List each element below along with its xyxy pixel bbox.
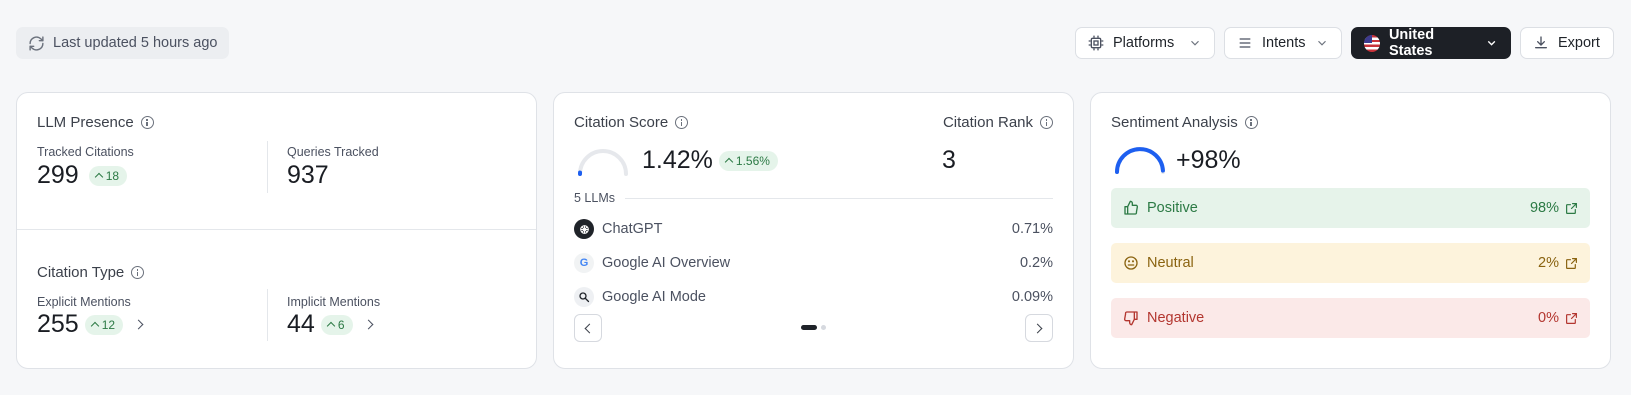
intents-dropdown[interactable]: Intents — [1224, 27, 1342, 59]
divider — [574, 198, 1053, 199]
sentiment-gauge — [1115, 147, 1165, 174]
us-flag-icon — [1364, 34, 1380, 52]
implicit-mentions-metric[interactable]: 44 6 — [287, 310, 373, 339]
country-label: United States — [1388, 27, 1435, 59]
last-updated-indicator: Last updated 5 hours ago — [16, 27, 230, 59]
external-link-icon[interactable] — [1565, 202, 1578, 215]
neutral-face-icon — [1124, 256, 1138, 270]
page-dot[interactable] — [821, 325, 826, 330]
info-icon[interactable] — [131, 266, 145, 279]
arrow-up-icon — [94, 172, 103, 182]
explicit-mentions-metric[interactable]: 255 12 — [37, 310, 144, 339]
section-divider — [17, 229, 536, 230]
queries-tracked-label: Queries Tracked — [287, 145, 379, 159]
thumbs-up-icon — [1124, 200, 1138, 215]
info-icon[interactable] — [1244, 116, 1258, 129]
tracked-citations-label: Tracked Citations — [37, 145, 134, 159]
divider — [267, 289, 268, 341]
queries-tracked-value: 937 — [287, 161, 329, 189]
citation-rank-title: Citation Rank — [943, 114, 1053, 131]
arrow-up-icon — [724, 157, 734, 167]
implicit-mentions-label: Implicit Mentions — [287, 295, 381, 309]
llm-presence-title: LLM Presence — [37, 114, 154, 131]
citation-score-card: Citation Score Citation Rank 1.42% 1.56%… — [553, 92, 1074, 369]
citation-score-metric: 1.42% 1.56% — [642, 146, 778, 175]
info-icon[interactable] — [675, 116, 689, 129]
llm-name: Google AI Overview — [602, 255, 731, 271]
citation-score-title: Citation Score — [574, 114, 689, 131]
page-dot-active[interactable] — [801, 325, 817, 330]
change-badge: 1.56% — [718, 150, 778, 171]
pagination-dots — [801, 325, 826, 330]
country-dropdown[interactable]: United States — [1351, 27, 1511, 59]
llm-count-label: 5 LLMs — [574, 191, 625, 205]
sentiment-positive-row[interactable]: Positive 98% — [1111, 188, 1590, 228]
tracked-citations-value: 299 — [37, 161, 79, 189]
refresh-icon — [29, 35, 44, 51]
sentiment-label: Neutral — [1147, 255, 1194, 271]
llm-row-google-ai-mode[interactable]: Google AI Mode 0.09% — [574, 286, 1053, 308]
previous-page-button[interactable] — [574, 314, 602, 342]
google-logo-icon: G — [574, 253, 594, 273]
last-updated-text: Last updated 5 hours ago — [53, 35, 218, 51]
chevron-right-icon[interactable] — [363, 319, 373, 330]
export-label: Export — [1558, 35, 1600, 51]
external-link-icon[interactable] — [1565, 257, 1578, 270]
llm-value: 0.71% — [1011, 221, 1053, 237]
explicit-mentions-value: 255 — [37, 310, 79, 338]
sentiment-negative-row[interactable]: Negative 0% — [1111, 298, 1590, 338]
sentiment-analysis-title: Sentiment Analysis — [1111, 114, 1258, 131]
chatgpt-logo-icon — [574, 219, 594, 239]
arrow-up-icon — [326, 321, 336, 331]
sentiment-percent: 2% — [1538, 255, 1559, 271]
chevron-down-icon — [1318, 40, 1326, 46]
llm-name: ChatGPT — [602, 221, 663, 237]
sentiment-analysis-card: Sentiment Analysis +98% Positive 98% Neu… — [1090, 92, 1611, 369]
sentiment-label: Positive — [1147, 200, 1198, 216]
citation-score-gauge — [578, 149, 628, 176]
chevron-down-icon — [1487, 40, 1496, 46]
change-badge: 6 — [320, 314, 353, 335]
thumbs-down-icon — [1124, 311, 1138, 326]
chevron-right-icon — [1032, 323, 1043, 333]
info-icon[interactable] — [1040, 116, 1053, 129]
divider — [267, 141, 268, 193]
external-link-icon[interactable] — [1565, 312, 1578, 325]
llm-row-google-ai-overview[interactable]: G Google AI Overview 0.2% — [574, 252, 1053, 274]
sentiment-percent: 0% — [1538, 310, 1559, 326]
chip-icon — [1088, 35, 1104, 51]
citation-type-title: Citation Type — [37, 264, 145, 281]
platforms-dropdown[interactable]: Platforms — [1075, 27, 1215, 59]
llm-presence-card: LLM Presence Tracked Citations 299 18 Qu… — [16, 92, 537, 369]
arrow-up-icon — [90, 321, 99, 331]
chevron-right-icon[interactable] — [133, 319, 144, 330]
sentiment-percent: 98% — [1529, 200, 1559, 216]
top-bar: Last updated 5 hours ago Platforms Inten… — [16, 27, 1614, 61]
citation-rank-value: 3 — [942, 146, 956, 174]
change-badge: 12 — [84, 314, 124, 335]
sentiment-neutral-row[interactable]: Neutral 2% — [1111, 243, 1590, 283]
citation-score-value: 1.42% — [642, 146, 713, 174]
next-page-button[interactable] — [1025, 314, 1053, 342]
llm-value: 0.2% — [1019, 255, 1053, 271]
sentiment-label: Negative — [1147, 310, 1205, 326]
tracked-citations-metric: 299 18 — [37, 161, 128, 190]
chevron-left-icon — [584, 323, 595, 333]
explicit-mentions-label: Explicit Mentions — [37, 295, 131, 309]
llm-row-chatgpt[interactable]: ChatGPT 0.71% — [574, 218, 1053, 240]
list-icon — [1239, 38, 1251, 48]
llm-name: Google AI Mode — [602, 289, 706, 305]
google-ai-mode-icon — [574, 287, 594, 307]
change-badge: 18 — [88, 165, 128, 186]
info-icon[interactable] — [140, 116, 154, 129]
llm-value: 0.09% — [1011, 289, 1053, 305]
platforms-label: Platforms — [1113, 35, 1175, 51]
chevron-down-icon — [1191, 40, 1199, 46]
filter-bar: Platforms Intents United States Export — [1075, 27, 1614, 59]
download-icon — [1535, 36, 1547, 49]
intents-label: Intents — [1262, 35, 1306, 51]
export-button[interactable]: Export — [1520, 27, 1614, 59]
sentiment-value: +98% — [1176, 146, 1241, 174]
implicit-mentions-value: 44 — [287, 310, 315, 338]
